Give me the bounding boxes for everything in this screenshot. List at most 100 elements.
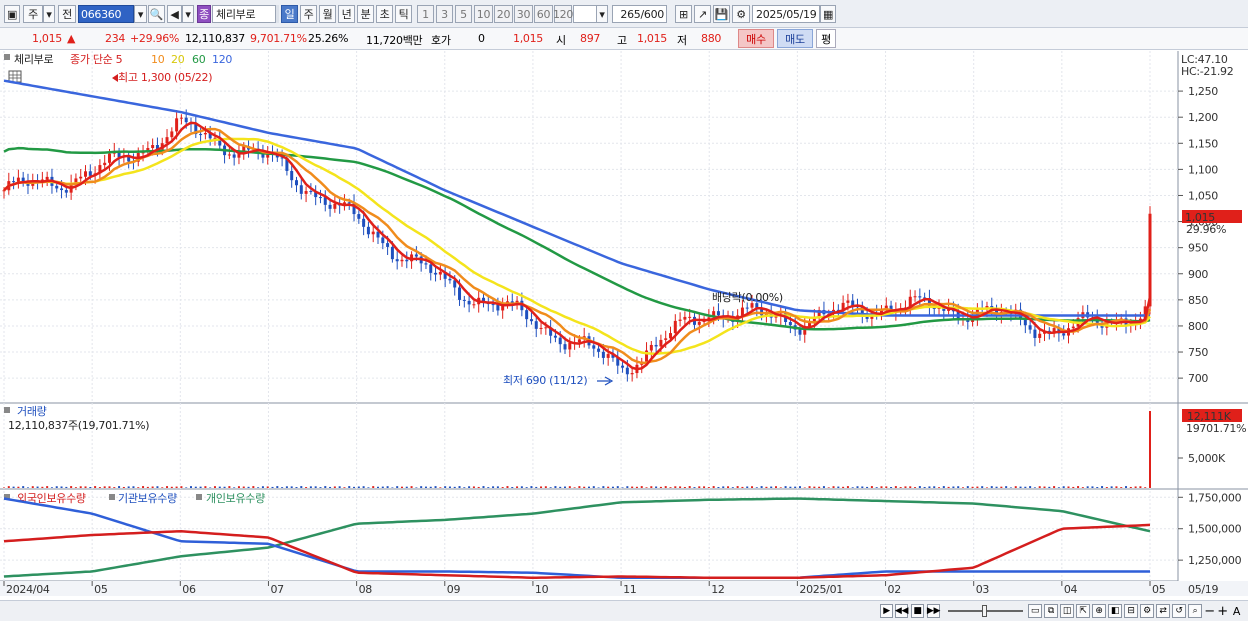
chevron-down-icon[interactable]: ▾ xyxy=(43,5,55,23)
refresh-icon[interactable]: ↺ xyxy=(1172,604,1186,618)
settings-icon[interactable]: ⚙ xyxy=(1140,604,1154,618)
interval-label: 5 xyxy=(460,7,467,21)
interval-60[interactable]: 60 xyxy=(534,5,553,23)
volume-bar xyxy=(55,486,58,488)
candle-body xyxy=(673,320,677,334)
resize-icon[interactable]: ⇱ xyxy=(1076,604,1090,618)
candle-body xyxy=(12,181,16,183)
search-icon[interactable]: ⌕ xyxy=(1188,604,1202,618)
x-axis-label: 06 xyxy=(182,583,196,596)
volume-bar xyxy=(1053,486,1056,488)
price-axis-label: 800 xyxy=(1188,320,1208,333)
zoom-out-icon[interactable]: − xyxy=(1203,604,1216,619)
volume-bar xyxy=(333,486,336,488)
zoom-in-icon[interactable]: + xyxy=(1216,604,1229,619)
volume-bar xyxy=(947,486,950,488)
volume-bar xyxy=(453,486,456,488)
buy-button[interactable]: 매수 xyxy=(738,29,774,48)
period-month[interactable]: 월 xyxy=(319,5,336,23)
volume-bar xyxy=(410,486,413,488)
period-week[interactable]: 주 xyxy=(300,5,317,23)
save-icon[interactable]: 💾 xyxy=(713,5,730,23)
volume-bar xyxy=(549,487,552,488)
volume-bar xyxy=(242,486,245,488)
volume-bar xyxy=(501,487,504,488)
volume-bar xyxy=(573,487,576,488)
volume-bar xyxy=(688,486,691,488)
volume-bar xyxy=(952,486,955,488)
volume-bar xyxy=(194,486,197,488)
volume-bar xyxy=(468,486,471,488)
interval-5[interactable]: 5 xyxy=(455,5,472,23)
volume-bar xyxy=(1062,486,1065,488)
gear-icon[interactable]: ⚙ xyxy=(732,5,750,23)
overlay-icon[interactable]: ⊟ xyxy=(1124,604,1138,618)
period-year[interactable]: 년 xyxy=(338,5,355,23)
compare-icon[interactable]: ⇄ xyxy=(1156,604,1170,618)
volume-bar xyxy=(151,486,154,488)
split-icon[interactable]: ◫ xyxy=(1060,604,1074,618)
volume-bar xyxy=(285,486,288,488)
prev-button[interactable]: 전 xyxy=(58,5,76,23)
volume-bar xyxy=(760,486,763,488)
calendar-icon[interactable]: ▦ xyxy=(820,5,836,23)
interval-30[interactable]: 30 xyxy=(514,5,533,23)
volume-bar xyxy=(372,486,375,488)
interval-20[interactable]: 20 xyxy=(494,5,513,23)
sell-label: 매도 xyxy=(785,32,805,46)
volume-bar xyxy=(822,486,825,488)
search-icon[interactable]: 🔍 xyxy=(148,5,165,23)
date-input[interactable]: 2025/05/19 xyxy=(752,5,820,23)
volume-bar xyxy=(942,486,945,488)
zoom-slider-handle[interactable] xyxy=(982,605,987,617)
open-value: 897 xyxy=(580,32,601,45)
volume-bar xyxy=(218,486,221,488)
interval-1[interactable]: 1 xyxy=(417,5,434,23)
x-axis-label: 09 xyxy=(447,583,461,596)
indicator-icon[interactable]: ◧ xyxy=(1108,604,1122,618)
candle-body xyxy=(309,191,313,193)
line-tool-icon[interactable]: ↗ xyxy=(694,5,711,23)
candle-icon[interactable]: ⊞ xyxy=(675,5,692,23)
period-day[interactable]: 일 xyxy=(281,5,298,23)
crosshair-icon[interactable]: ⊕ xyxy=(1092,604,1106,618)
stop-icon[interactable]: ■ xyxy=(911,604,924,618)
sell-button[interactable]: 매도 xyxy=(777,29,813,48)
avg-button[interactable]: 평 xyxy=(816,29,836,48)
rewind-icon[interactable]: ◀◀ xyxy=(895,604,908,618)
volume-bar xyxy=(866,486,869,488)
layout-icon[interactable]: ▭ xyxy=(1028,604,1042,618)
table-icon[interactable] xyxy=(8,70,22,83)
volume-axis-label: 5,000K xyxy=(1188,452,1226,465)
stock-code-input[interactable]: 066360 xyxy=(78,5,134,23)
candle-body xyxy=(390,246,394,260)
count-field[interactable]: 265/600 xyxy=(612,5,667,23)
window-icon[interactable]: ▣ xyxy=(4,5,20,23)
copy-icon[interactable]: ⧉ xyxy=(1044,604,1058,618)
market-select[interactable]: 주 xyxy=(23,5,43,23)
candle-body xyxy=(318,197,322,199)
interval-3[interactable]: 3 xyxy=(436,5,453,23)
x-axis-label: 10 xyxy=(535,583,549,596)
volume-bar xyxy=(1144,487,1147,488)
volume-bar xyxy=(655,486,658,488)
stock-name-field[interactable]: 체리부로 xyxy=(212,5,276,23)
interval-120[interactable]: 120 xyxy=(553,5,573,23)
font-size-icon[interactable]: A xyxy=(1230,604,1243,618)
volume-bar xyxy=(520,486,523,488)
interval-10[interactable]: 10 xyxy=(474,5,493,23)
volume-bar xyxy=(477,486,480,488)
scroll-right-icon[interactable]: ▶ xyxy=(880,604,893,618)
volume-bar xyxy=(568,486,571,488)
volume-bar xyxy=(798,486,801,488)
volume-bar xyxy=(540,486,543,488)
chevron-down-icon[interactable]: ▾ xyxy=(596,5,608,23)
period-second[interactable]: 초 xyxy=(376,5,393,23)
fast-forward-icon[interactable]: ▶▶ xyxy=(927,604,940,618)
period-minute[interactable]: 분 xyxy=(357,5,374,23)
volume-bar xyxy=(722,486,725,488)
chevron-down-icon[interactable]: ▾ xyxy=(182,5,194,23)
chevron-down-icon[interactable]: ▾ xyxy=(134,5,147,23)
speaker-icon[interactable]: ◀ xyxy=(167,5,182,23)
period-tick[interactable]: 틱 xyxy=(395,5,412,23)
